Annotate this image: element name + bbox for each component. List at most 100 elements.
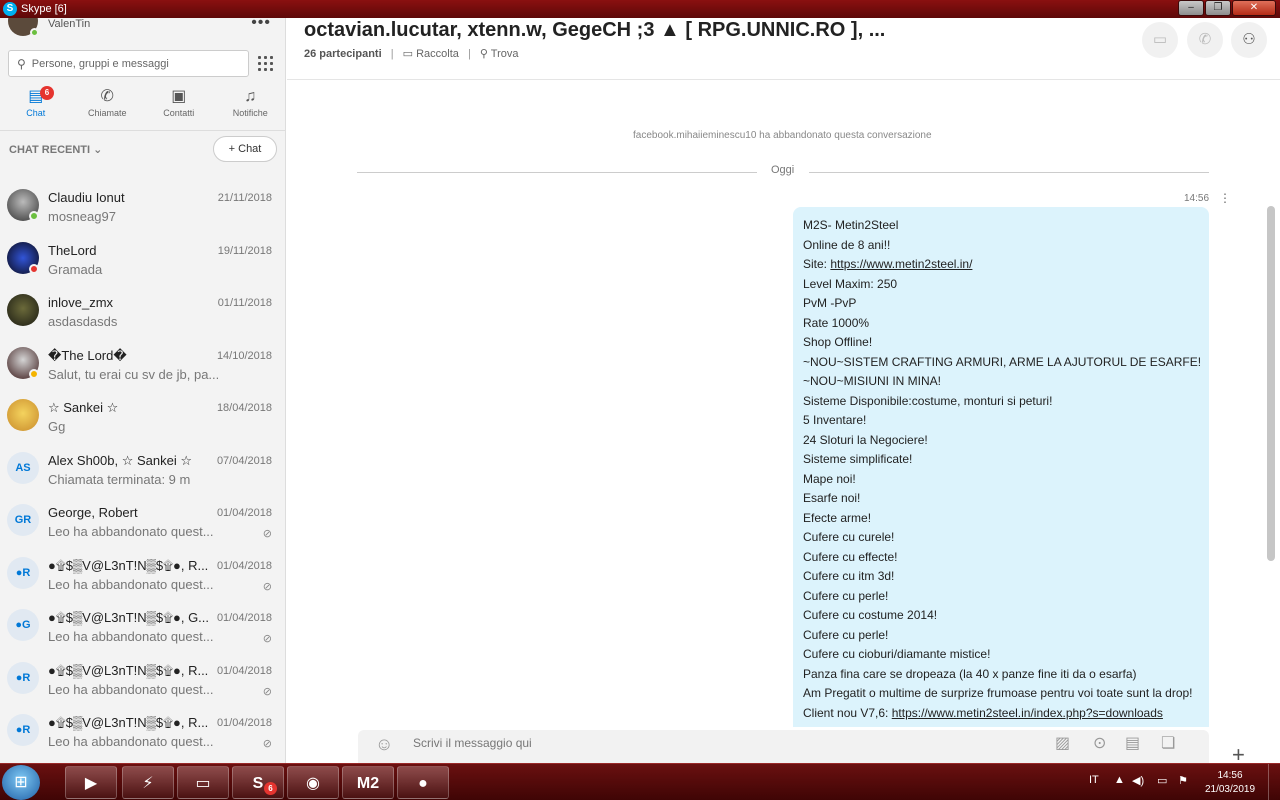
system-clock[interactable]: 14:56 21/03/2019 [1202, 769, 1258, 797]
more-options-icon[interactable]: ••• [251, 18, 271, 32]
message-line: Cufere cu costume 2014! [803, 608, 938, 622]
list-item[interactable]: ●G ●۩$▒V@L3nT!N▒$۩●, G... 01/04/2018 Leo ha… [0, 604, 285, 657]
divider [357, 172, 757, 173]
file-explorer-icon[interactable]: ▭ [177, 766, 229, 799]
video-call-button[interactable]: ▭ [1142, 22, 1178, 58]
chat-preview: mosneag97 [48, 209, 116, 224]
close-icon[interactable]: ✕ [1232, 0, 1276, 16]
presence-icon [29, 263, 39, 274]
chat-preview: Leo ha abbandonato quest... [48, 524, 214, 539]
add-participant-button[interactable]: ⚇ [1231, 22, 1267, 58]
chat-preview: Chiamata terminata: 9 m [48, 471, 191, 487]
message-composer: ☺ ▨ ⊙ ▤ ❏ [358, 730, 1209, 763]
tray-up-icon[interactable]: ▲ [1114, 774, 1125, 786]
tab-contacts[interactable]: ▣ Contatti [143, 86, 215, 130]
audio-call-button[interactable]: ✆ [1187, 22, 1223, 58]
contact-card-icon[interactable]: ▤ [1125, 733, 1140, 753]
download-link[interactable]: https://www.metin2steel.in/index.php?s=d… [892, 706, 1163, 720]
phone-icon: ✆ [100, 88, 114, 105]
list-item[interactable]: ☆ Sankei ☆ 18/04/2018 Gg [0, 394, 285, 447]
start-button[interactable]: ⊞ [2, 765, 40, 800]
muted-icon: ⊘ [262, 580, 272, 593]
list-item[interactable]: Claudiu Ionut 21/11/2018 mosneag97 [0, 184, 285, 237]
conversation-subheader: 26 partecipanti | ▭ Raccolta | ⚲ Trova [304, 48, 519, 60]
sidebar: ValenTin ••• ⚲ ▤ 6 Chat ✆ Chiamate ▣ Con… [0, 18, 286, 763]
list-item[interactable]: ●R ●۩$▒V@L3nT!N▒$۩●, R... 01/04/2018 Leo ha… [0, 709, 285, 762]
video-camera-icon: ▭ [1152, 31, 1168, 48]
gallery-link[interactable]: Raccolta [416, 48, 459, 60]
list-item[interactable]: TheLord 19/11/2018 Gramada [0, 237, 285, 290]
minimize-icon[interactable]: – [1178, 0, 1204, 16]
image-icon[interactable]: ▨ [1055, 733, 1070, 753]
profile-name[interactable]: ValenTin [48, 18, 90, 30]
conversation-title[interactable]: octavian.lucutar, xtenn.w, GegeCH ;3 ▲ [… [304, 19, 885, 42]
tab-calls[interactable]: ✆ Chiamate [72, 86, 144, 130]
window-controls: – ❐ ✕ [1178, 0, 1276, 16]
file-icon[interactable]: ❏ [1161, 733, 1175, 753]
list-item[interactable]: ●R ●۩$▒V@L3nT!N▒$۩●, R... 01/04/2018 Leo ha… [0, 552, 285, 605]
media-player-icon[interactable]: ▶ [65, 766, 117, 799]
dialpad-icon[interactable] [252, 50, 278, 77]
chat-date: 01/11/2018 [217, 297, 272, 309]
avatar: ●R [7, 556, 39, 589]
recent-chats-header[interactable]: CHAT RECENTI ⌄ [9, 143, 102, 156]
list-item[interactable]: AS Alex Sh00b, ☆ Sankei ☆ 07/04/2018 Chiama… [0, 447, 285, 500]
language-indicator[interactable]: IT [1089, 774, 1099, 786]
message-line: Online de 8 ani!! [803, 237, 891, 252]
skype-taskbar-icon[interactable]: S6 [232, 766, 284, 799]
action-center-icon[interactable]: ⚑ [1178, 774, 1188, 787]
skype-logo-icon: S [3, 2, 17, 16]
bell-icon: ♫ [244, 88, 257, 105]
game-icon[interactable]: M2 [342, 766, 394, 799]
message-line: 24 Sloturi la Negociere! [803, 432, 928, 447]
gallery-icon: ▭ [402, 48, 414, 60]
message-input[interactable] [413, 736, 973, 750]
list-item[interactable]: �The Lord� 14/10/2018 Salut, tu erai cu sv… [0, 342, 285, 395]
phone-icon: ✆ [1198, 31, 1212, 48]
conversation-panel: octavian.lucutar, xtenn.w, GegeCH ;3 ▲ [… [287, 18, 1280, 767]
app-shortcut-icon[interactable]: ⚡ [122, 766, 174, 799]
list-item[interactable]: GR George, Robert 01/04/2018 Leo ha abbando… [0, 499, 285, 552]
find-link[interactable]: Trova [491, 48, 519, 60]
message-time: 14:56 [1184, 193, 1210, 204]
search-box[interactable]: ⚲ [8, 50, 249, 77]
chat-preview: Leo ha abbandonato quest... [48, 734, 214, 749]
site-link[interactable]: https://www.metin2steel.in/ [830, 257, 972, 271]
muted-icon: ⊘ [262, 633, 272, 645]
message-bubble[interactable]: M2S- Metin2Steel Online de 8 ani!! Site: h… [793, 207, 1209, 727]
firefox-icon[interactable]: ◉ [287, 766, 339, 799]
list-item[interactable]: inlove_zmx 01/11/2018 asdasdasds [0, 289, 285, 342]
volume-icon[interactable]: ◀) [1132, 774, 1144, 787]
maximize-icon[interactable]: ❐ [1205, 0, 1231, 16]
tab-chat[interactable]: ▤ 6 Chat [0, 86, 72, 130]
tab-notifications[interactable]: ♫ Notifiche [215, 86, 286, 130]
avatar [7, 294, 39, 326]
message-line: Cufere cu curele! [803, 530, 895, 544]
scrollbar[interactable] [1267, 206, 1275, 561]
message-line: ~NOU~MISIUNI IN MINA! [803, 374, 942, 388]
show-desktop-button[interactable] [1268, 764, 1280, 800]
emoji-icon[interactable]: ☺ [375, 734, 393, 755]
location-icon[interactable]: ⊙ [1093, 733, 1106, 753]
search-input[interactable] [31, 57, 232, 70]
presence-icon [29, 211, 39, 221]
profile-header[interactable]: ValenTin ••• [0, 18, 285, 46]
tab-label: Contatti [163, 108, 195, 118]
chat-date: 01/04/2018 [216, 612, 272, 624]
muted-icon: ⊘ [262, 738, 272, 750]
chat-preview: Salut, tu erai cu sv de jb, pa... [48, 366, 218, 382]
chat-name: Claudiu Ionut [48, 190, 125, 205]
recorder-icon[interactable]: ● [397, 766, 449, 799]
nav-tabs: ▤ 6 Chat ✆ Chiamate ▣ Contatti ♫ Notific… [0, 86, 286, 130]
list-item[interactable]: ●R ●۩$▒V@L3nT!N▒$۩●, R... 01/04/2018 Leo ha… [0, 657, 285, 710]
chat-date: 14/10/2018 [216, 349, 272, 362]
taskbar-badge: 6 [264, 782, 277, 795]
message-options-icon[interactable]: ⋮ [1219, 191, 1231, 205]
network-icon[interactable]: ▭ [1157, 774, 1167, 787]
contacts-icon: ▣ [171, 88, 187, 105]
participants-count[interactable]: 26 partecipanti [304, 48, 382, 60]
new-chat-button[interactable]: + Chat [213, 136, 277, 162]
avatar: ●R [7, 714, 39, 746]
chat-date: 01/04/2018 [216, 559, 272, 572]
chat-preview: Gramada [48, 261, 103, 277]
